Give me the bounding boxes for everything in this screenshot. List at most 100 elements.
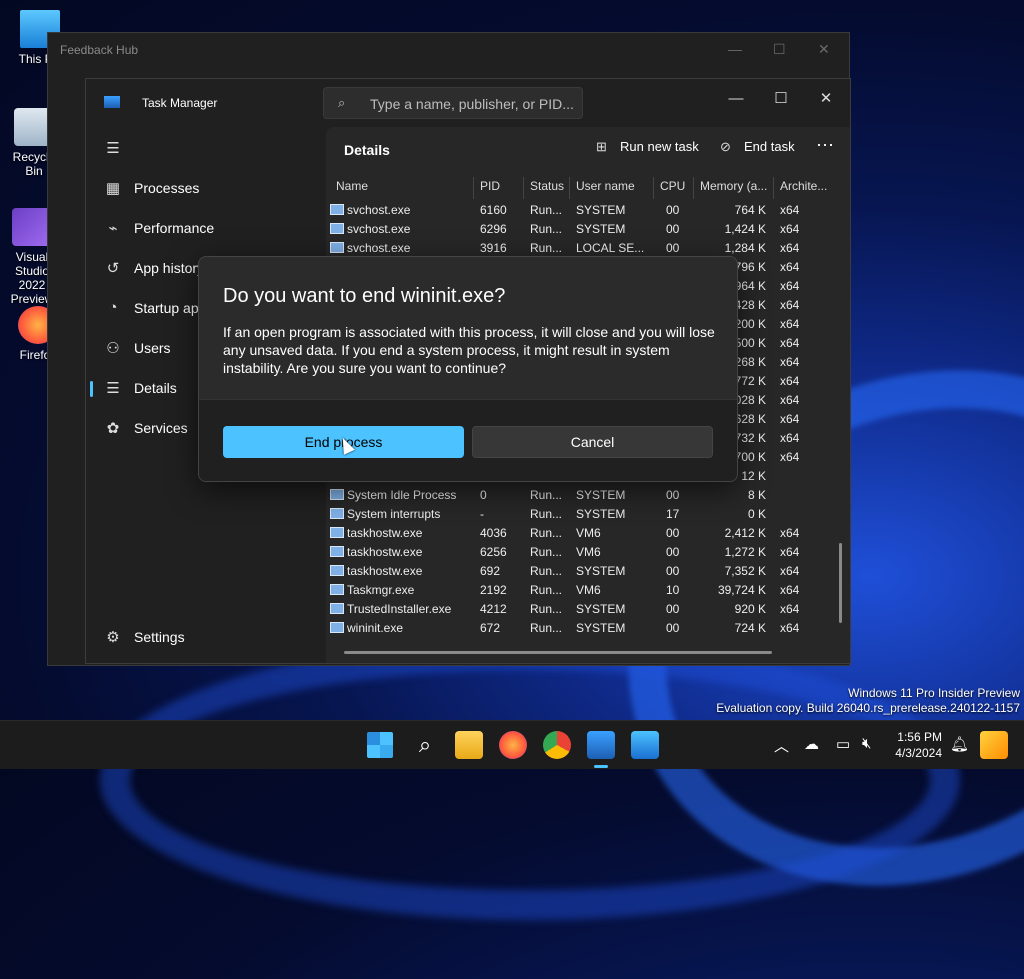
cell-name: taskhostw.exe bbox=[330, 545, 474, 559]
table-row[interactable]: System Idle Process 0 Run... SYSTEM 00 8 K bbox=[330, 486, 830, 505]
run-new-task-button[interactable]: ⊞ Run new task bbox=[596, 139, 699, 155]
users-icon: ⚇ bbox=[106, 340, 120, 357]
watermark-line2: Evaluation copy. Build 26040.rs_prerelea… bbox=[716, 701, 1020, 715]
cell-user: SYSTEM bbox=[576, 564, 626, 578]
minimize-button[interactable]: — bbox=[716, 85, 756, 113]
process-name: taskhostw.exe bbox=[347, 526, 423, 540]
cell-arch: x64 bbox=[780, 526, 800, 540]
end-task-button[interactable]: ⊘ End task bbox=[720, 139, 795, 155]
sidebar-item-performance[interactable]: ⌁ Performance bbox=[90, 211, 322, 245]
process-name: System interrupts bbox=[347, 507, 441, 521]
process-name: svchost.exe bbox=[347, 222, 411, 236]
sidebar-item-settings[interactable]: ⚙ Settings bbox=[90, 620, 322, 654]
cell-arch: x64 bbox=[780, 355, 800, 369]
cell-name: svchost.exe bbox=[330, 203, 474, 217]
cell-arch: x64 bbox=[780, 431, 800, 445]
table-row[interactable]: taskhostw.exe 692 Run... SYSTEM 00 7,352 K x64 bbox=[330, 562, 830, 581]
maximize-button[interactable]: ☐ bbox=[761, 85, 801, 113]
maximize-icon[interactable]: ☐ bbox=[773, 41, 786, 58]
chevron-up-icon[interactable]: ︿ bbox=[774, 735, 789, 756]
run-task-icon: ⊞ bbox=[596, 139, 607, 154]
table-row[interactable]: System interrupts - Run... SYSTEM 17 0 K bbox=[330, 505, 830, 524]
cell-pid: 0 bbox=[480, 488, 487, 502]
clock[interactable]: 1:56 PM 4/3/2024 bbox=[890, 729, 942, 761]
horizontal-scrollbar[interactable] bbox=[344, 651, 772, 654]
table-row[interactable]: Taskmgr.exe 2192 Run... VM6 10 39,724 K x64 bbox=[330, 581, 830, 600]
sidebar-item-processes[interactable]: ▦ Processes bbox=[90, 171, 322, 205]
more-options-button[interactable]: ⋯ bbox=[816, 135, 834, 156]
cell-arch: x64 bbox=[780, 393, 800, 407]
cell-mem: 920 K bbox=[734, 602, 766, 616]
process-name: svchost.exe bbox=[347, 203, 411, 217]
table-row[interactable]: TrustedInstaller.exe 4212 Run... SYSTEM 00 92… bbox=[330, 600, 830, 619]
task-manager-taskbar-icon[interactable] bbox=[587, 731, 615, 759]
table-row[interactable]: svchost.exe 6160 Run... SYSTEM 00 764 K x64 bbox=[330, 201, 830, 220]
column-header-status[interactable]: Status bbox=[524, 177, 570, 199]
file-explorer-icon[interactable] bbox=[455, 731, 483, 759]
cell-arch: x64 bbox=[780, 279, 800, 293]
cell-arch: x64 bbox=[780, 545, 800, 559]
table-row[interactable]: taskhostw.exe 4036 Run... VM6 00 2,412 K x64 bbox=[330, 524, 830, 543]
cell-status: Run... bbox=[530, 545, 563, 559]
cell-name: System Idle Process bbox=[330, 488, 474, 502]
table-row[interactable]: svchost.exe 6296 Run... SYSTEM 00 1,424 K x64 bbox=[330, 220, 830, 239]
process-name: System Idle Process bbox=[347, 488, 457, 502]
cell-cpu: 00 bbox=[666, 564, 680, 578]
close-button[interactable]: ✕ bbox=[806, 85, 846, 113]
visual-studio-icon bbox=[12, 208, 52, 246]
cell-user: SYSTEM bbox=[576, 222, 626, 236]
table-row[interactable]: wininit.exe 672 Run... SYSTEM 00 724 K x64 bbox=[330, 619, 830, 638]
search-icon[interactable]: ⌕ bbox=[411, 731, 439, 759]
column-header-cpu[interactable]: CPU bbox=[654, 177, 694, 199]
process-icon bbox=[330, 204, 344, 215]
process-name: taskhostw.exe bbox=[347, 564, 423, 578]
column-header-memory[interactable]: Memory (a... bbox=[694, 177, 774, 199]
cell-name: System interrupts bbox=[330, 507, 474, 521]
process-icon bbox=[330, 622, 344, 633]
process-name: taskhostw.exe bbox=[347, 545, 423, 559]
process-icon bbox=[330, 584, 344, 595]
minimize-icon[interactable]: — bbox=[728, 41, 742, 57]
search-box[interactable]: ⌕ bbox=[323, 87, 583, 119]
hamburger-menu-button[interactable]: ☰ bbox=[90, 131, 322, 165]
chrome-icon[interactable] bbox=[543, 731, 571, 759]
table-row[interactable]: taskhostw.exe 6256 Run... VM6 00 1,272 K x64 bbox=[330, 543, 830, 562]
title-bar[interactable]: Task Manager ⌕ — ☐ ✕ bbox=[86, 79, 850, 127]
search-icon: ⌕ bbox=[338, 95, 346, 110]
copilot-icon[interactable] bbox=[980, 731, 1008, 759]
firefox-icon[interactable] bbox=[499, 731, 527, 759]
vertical-scrollbar[interactable] bbox=[839, 543, 842, 623]
cell-arch: x64 bbox=[780, 621, 800, 635]
cell-cpu: 00 bbox=[666, 526, 680, 540]
cell-cpu: 00 bbox=[666, 621, 680, 635]
cancel-button[interactable]: Cancel bbox=[472, 426, 713, 458]
cell-mem: 764 K bbox=[734, 203, 766, 217]
sidebar-item-label: Settings bbox=[134, 629, 185, 645]
history-icon: ↺ bbox=[106, 260, 120, 277]
column-header-user[interactable]: User name bbox=[570, 177, 654, 199]
column-header-pid[interactable]: PID bbox=[474, 177, 524, 199]
cell-status: Run... bbox=[530, 602, 563, 616]
cell-arch: x64 bbox=[780, 374, 800, 388]
search-input[interactable] bbox=[368, 92, 580, 116]
cell-arch: x64 bbox=[780, 450, 800, 464]
bell-icon[interactable]: 🔔︎ bbox=[950, 735, 969, 753]
cell-arch: x64 bbox=[780, 336, 800, 350]
cell-user: LOCAL SE... bbox=[576, 241, 645, 255]
sidebar-item-label: App history bbox=[134, 260, 205, 276]
column-header-name[interactable]: Name bbox=[330, 177, 474, 199]
process-icon bbox=[330, 565, 344, 576]
cell-status: Run... bbox=[530, 507, 563, 521]
window-title: Task Manager bbox=[142, 96, 218, 110]
wallpaper-swirl bbox=[100, 640, 960, 920]
window-title: Feedback Hub bbox=[60, 43, 139, 57]
close-icon[interactable]: ✕ bbox=[818, 41, 830, 58]
cloud-offline-icon[interactable]: ☁ bbox=[804, 735, 819, 753]
volume-muted-icon[interactable]: 🔇︎ bbox=[862, 735, 871, 752]
cell-name: svchost.exe bbox=[330, 222, 474, 236]
network-icon[interactable]: ▭ bbox=[836, 735, 850, 753]
start-windows-icon[interactable] bbox=[367, 732, 393, 758]
feedback-hub-icon[interactable] bbox=[631, 731, 659, 759]
cell-pid: 3916 bbox=[480, 241, 507, 255]
column-header-architecture[interactable]: Archite... bbox=[774, 177, 830, 199]
